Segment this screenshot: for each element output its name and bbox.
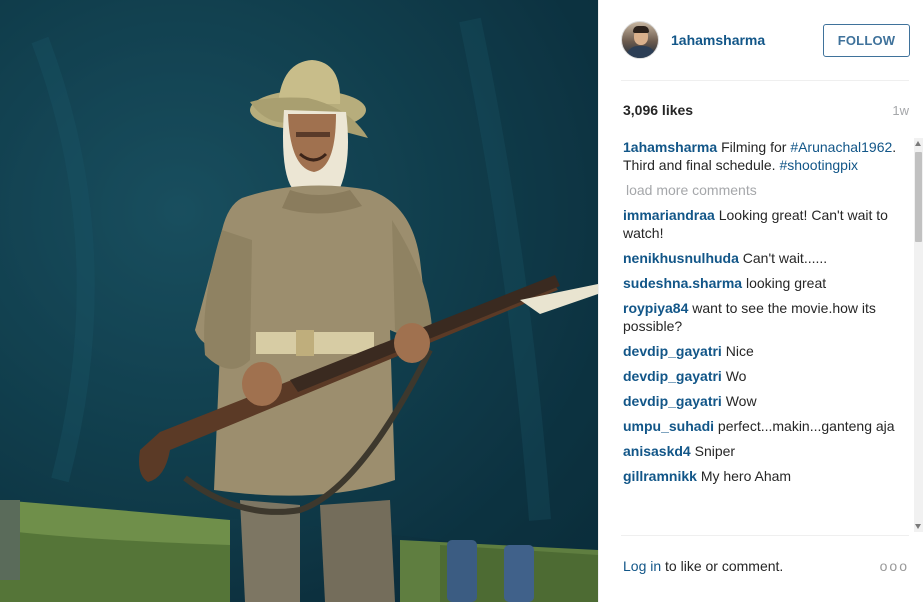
comment-username[interactable]: umpu_suhadi [623, 418, 714, 434]
caption-text: Filming for [721, 139, 787, 155]
comment-text: Sniper [694, 443, 736, 459]
caption-hashtag[interactable]: #Arunachal1962 [790, 139, 892, 155]
post-side-panel: 1ahamsharma FOLLOW 3,096 likes 1w 1ahams… [598, 0, 923, 602]
post-header: 1ahamsharma FOLLOW [599, 0, 923, 80]
three-dots-icon[interactable]: ooo [880, 558, 909, 574]
comment-text: Wow [725, 393, 757, 409]
comment-username[interactable]: gillramnikk [623, 468, 697, 484]
caption: 1ahamsharma Filming for #Arunachal1962. … [623, 138, 911, 174]
comment-item: sudeshna.sharma looking great [623, 274, 911, 292]
comment-text: looking great [745, 275, 827, 291]
likes-count[interactable]: 3,096 likes [623, 102, 693, 118]
post-footer: Log in to like or comment. ooo [623, 556, 909, 576]
comment-username[interactable]: devdip_gayatri [623, 393, 722, 409]
comment-item: devdip_gayatri Nice [623, 342, 911, 360]
scroll-up-arrow-icon[interactable] [915, 141, 921, 146]
comment-username[interactable]: devdip_gayatri [623, 343, 722, 359]
post-time[interactable]: 1w [892, 103, 909, 118]
comment-text: Can't wait...... [742, 250, 828, 266]
follow-button[interactable]: FOLLOW [823, 23, 910, 57]
comment-item: devdip_gayatri Wo [623, 367, 911, 385]
header-divider [621, 80, 909, 81]
comment-text: perfect...makin...ganteng aja [717, 418, 895, 434]
comment-username[interactable]: immariandraa [623, 207, 715, 223]
avatar[interactable] [621, 21, 659, 59]
footer-divider [621, 535, 909, 536]
comment-username[interactable]: devdip_gayatri [623, 368, 722, 384]
comment-item: umpu_suhadi perfect...makin...ganteng aj… [623, 417, 911, 435]
comment-text: My hero Aham [700, 468, 792, 484]
header-username[interactable]: 1ahamsharma [671, 32, 823, 48]
comment-item: nenikhusnulhuda Can't wait...... [623, 249, 911, 267]
login-link[interactable]: Log in [623, 558, 661, 574]
comment-username[interactable]: anisaskd4 [623, 443, 691, 459]
comment-item: immariandraa Looking great! Can't wait t… [623, 206, 911, 242]
caption-hashtag[interactable]: #shootingpix [779, 157, 858, 173]
comments-list[interactable]: 1ahamsharma Filming for #Arunachal1962. … [623, 138, 911, 532]
scrollbar-thumb[interactable] [915, 152, 922, 242]
comment-username[interactable]: nenikhusnulhuda [623, 250, 739, 266]
comment-item: roypiya84 want to see the movie.how its … [623, 299, 911, 335]
comment-username[interactable]: sudeshna.sharma [623, 275, 742, 291]
login-prompt: Log in to like or comment. [623, 558, 783, 574]
post-stats: 3,096 likes 1w [623, 100, 909, 120]
comment-username[interactable]: roypiya84 [623, 300, 688, 316]
comment-item: devdip_gayatri Wow [623, 392, 911, 410]
comment-item: gillramnikk My hero Aham [623, 467, 911, 485]
post-photo [0, 0, 598, 602]
photo-illustration [0, 0, 598, 602]
comment-text: Wo [725, 368, 747, 384]
comment-text: Nice [725, 343, 754, 359]
scroll-down-arrow-icon[interactable] [915, 524, 921, 529]
comment-item: anisaskd4 Sniper [623, 442, 911, 460]
login-prompt-text: to like or comment. [661, 558, 784, 574]
load-more-comments-link[interactable]: load more comments [626, 181, 911, 199]
caption-username[interactable]: 1ahamsharma [623, 139, 717, 155]
comments-scrollbar[interactable] [914, 138, 923, 532]
